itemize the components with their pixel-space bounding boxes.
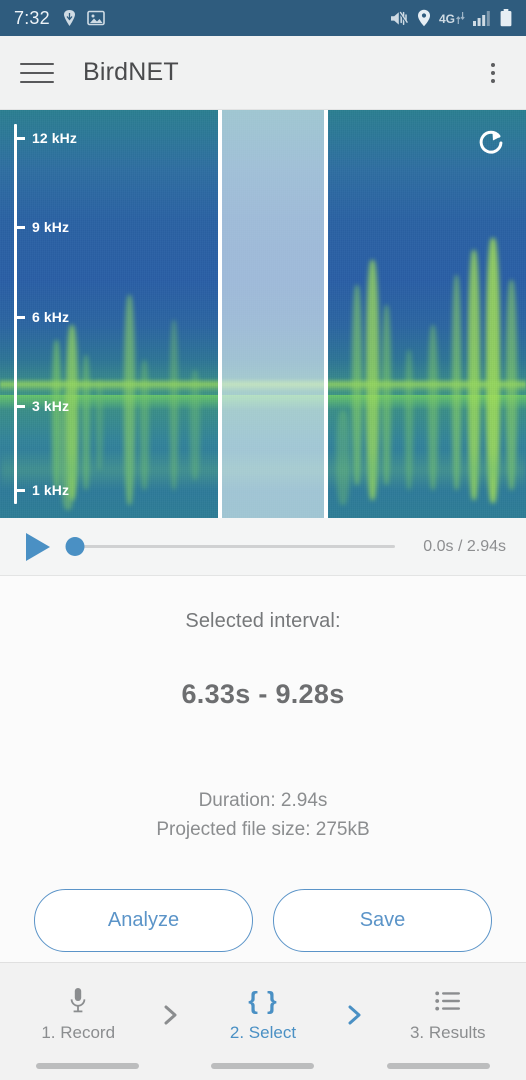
playback-slider[interactable]	[65, 534, 409, 560]
spectrogram-canvas	[0, 110, 526, 518]
spectrogram-noise-texture	[0, 110, 526, 518]
selection-handle-left[interactable]	[218, 110, 222, 518]
bottom-nav-row: 1. Record { } 2. Select 3. Results	[0, 963, 526, 1058]
sidebar-item-record[interactable]: 1. Record	[19, 986, 137, 1043]
spectrogram[interactable]: 12 kHz 9 kHz 6 kHz 3 kHz 1 kHz	[0, 110, 526, 518]
sidebar-item-results[interactable]: 3. Results	[389, 986, 507, 1043]
braces-glyph: { }	[248, 987, 278, 1015]
data-transfer-arrows-icon	[456, 12, 465, 24]
download-indicator-icon	[63, 10, 75, 26]
selected-interval-value: 6.33s - 9.28s	[181, 679, 345, 709]
sidebar-item-label: 1. Record	[41, 1023, 116, 1042]
vibrate-mute-icon	[390, 11, 409, 25]
play-triangle	[26, 532, 50, 561]
selection-handle-right[interactable]	[324, 110, 328, 518]
play-icon[interactable]	[20, 532, 56, 562]
braces-icon: { }	[248, 986, 277, 1016]
4g-data-icon: 4G	[439, 11, 465, 25]
main-content: Selected interval: 6.33s - 9.28s Duratio…	[0, 576, 526, 962]
status-bar-clock: 7:32	[14, 7, 50, 28]
analyze-button[interactable]: Analyze	[34, 888, 253, 952]
refresh-icon[interactable]	[474, 126, 508, 160]
sidebar-item-select[interactable]: { } 2. Select	[204, 986, 322, 1043]
app-root: 7:32 4G BirdNET 12 kHz 9 kHz 6 kHz 3 kHz…	[0, 0, 526, 1080]
battery-icon	[500, 9, 512, 27]
page-title: BirdNET	[83, 58, 179, 86]
selected-interval-label: Selected interval:	[185, 610, 341, 632]
overflow-menu-icon[interactable]	[480, 60, 506, 86]
status-bar-right-icons: 4G	[389, 9, 512, 27]
app-bar: BirdNET	[0, 36, 526, 110]
sidebar-item-label: 2. Select	[229, 1023, 297, 1042]
gesture-bar	[386, 1063, 490, 1069]
duration-text: Duration: 2.94s	[198, 790, 328, 811]
list-icon	[435, 986, 461, 1016]
location-pin-icon	[417, 9, 430, 27]
signal-bars-icon	[473, 11, 490, 26]
sidebar-item-label: 3. Results	[409, 1023, 486, 1042]
status-bar: 7:32 4G	[0, 0, 526, 36]
gesture-indicator-row	[0, 1058, 526, 1080]
save-button[interactable]: Save	[273, 888, 492, 952]
playback-slider-track	[68, 545, 396, 548]
selection-metadata: Duration: 2.94s Projected file size: 275…	[156, 786, 369, 845]
gesture-bar	[211, 1063, 315, 1069]
action-buttons: Analyze Save	[34, 888, 492, 952]
gesture-bar	[36, 1063, 140, 1069]
chevron-right-icon[interactable]	[344, 1002, 366, 1028]
bottom-navigation: 1. Record { } 2. Select 3. Results	[0, 962, 526, 1080]
playback-time-label: 0.0s / 2.94s	[423, 537, 506, 555]
playback-slider-thumb[interactable]	[65, 537, 85, 556]
audio-player: 0.0s / 2.94s	[0, 518, 526, 576]
network-type-label: 4G	[438, 12, 455, 26]
chevron-right-icon	[160, 1002, 182, 1028]
hamburger-menu-icon[interactable]	[20, 60, 54, 86]
projected-file-size-text: Projected file size: 275kB	[156, 819, 370, 841]
status-bar-left-icons	[63, 9, 105, 27]
microphone-icon	[68, 986, 88, 1016]
photo-icon	[87, 10, 105, 26]
